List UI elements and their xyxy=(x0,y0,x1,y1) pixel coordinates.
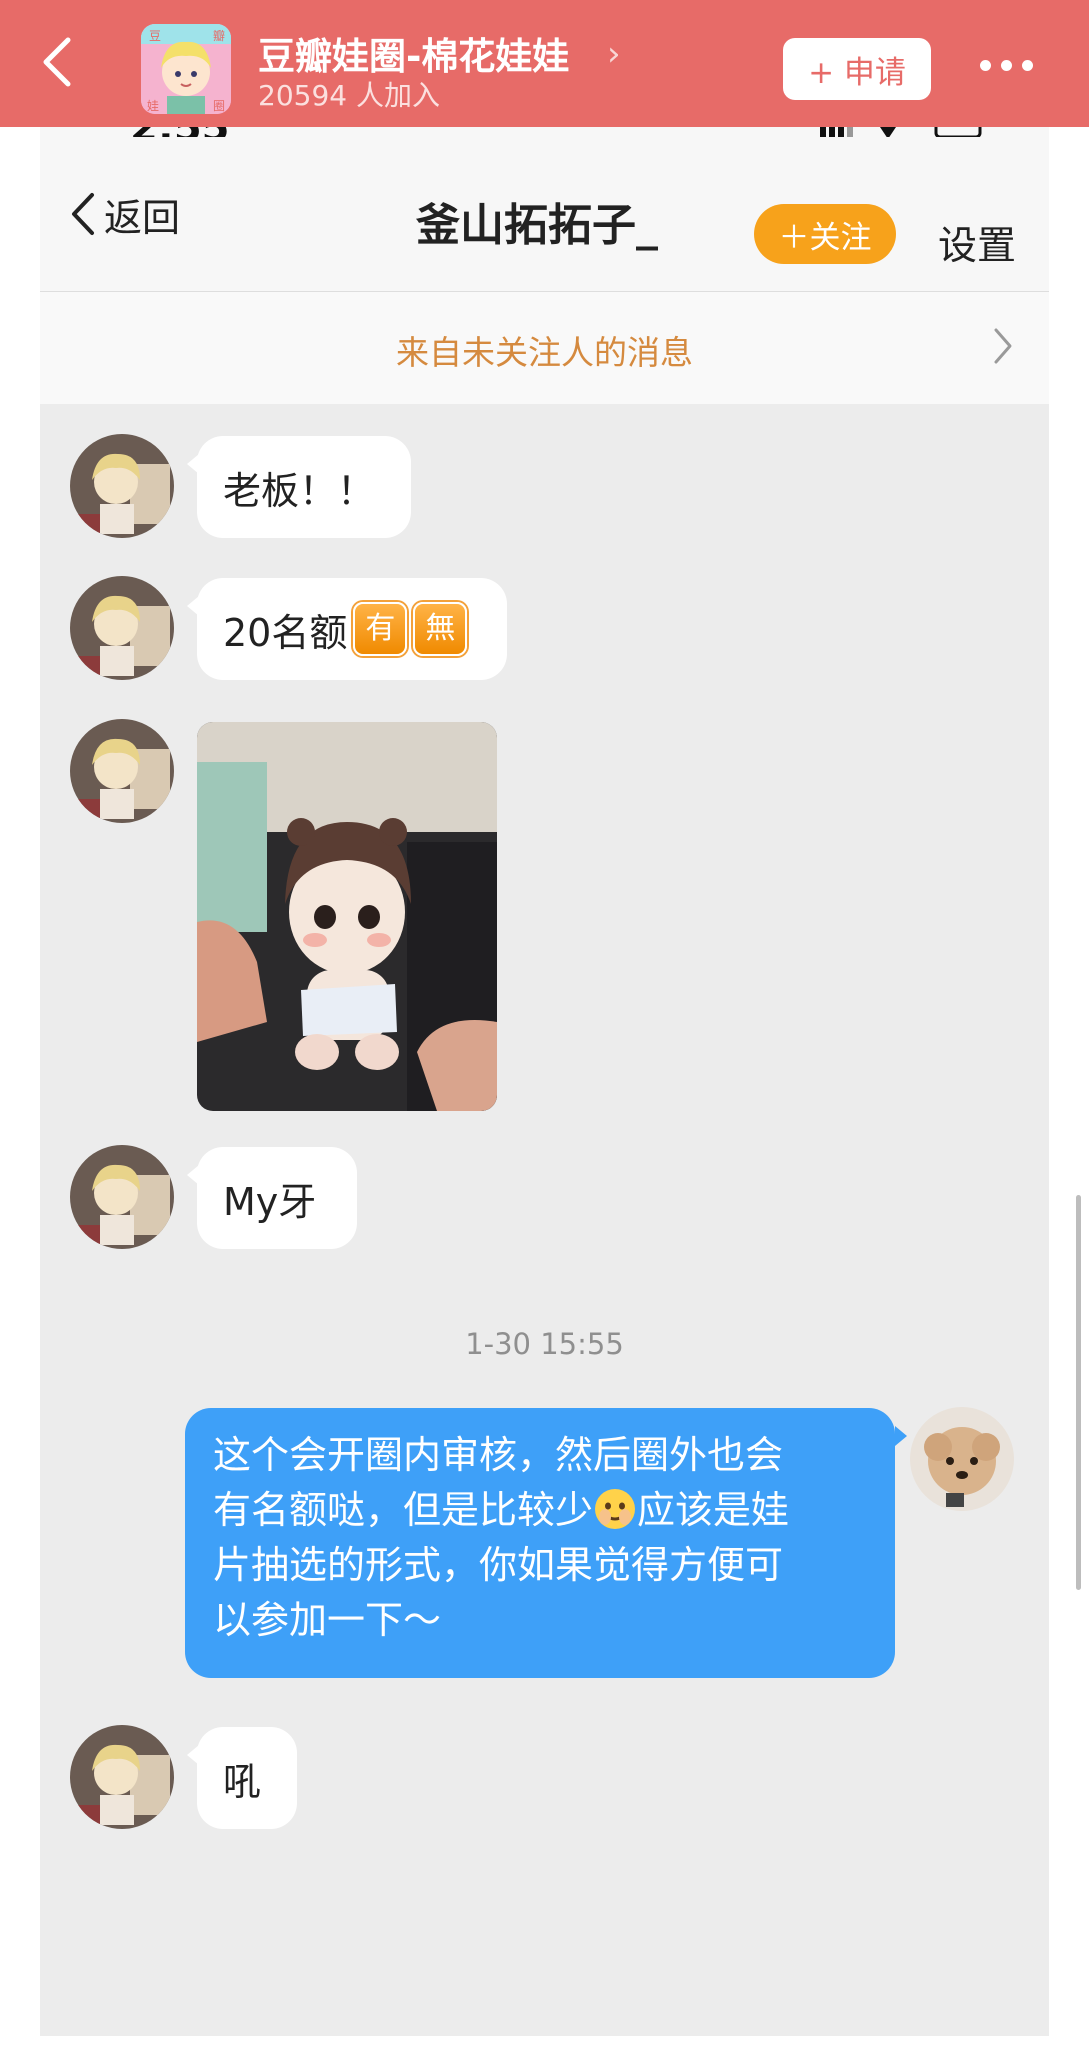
contact-avatar-image xyxy=(70,1145,174,1249)
more-dots-icon[interactable] xyxy=(980,55,1040,75)
message-bubble[interactable]: My牙 xyxy=(187,1147,357,1249)
follow-button[interactable]: ＋关注 xyxy=(754,204,896,264)
chevron-right-icon xyxy=(994,328,1012,364)
message-line: 以参加一下～ xyxy=(213,1598,442,1642)
back-button[interactable] xyxy=(30,30,90,94)
chevron-right-icon[interactable]: › xyxy=(607,34,621,74)
contact-avatar[interactable] xyxy=(70,434,174,538)
contact-avatar[interactable] xyxy=(70,1725,174,1829)
message-text: 20名额 xyxy=(223,610,348,655)
svg-text:豆: 豆 xyxy=(149,29,161,43)
sweat-smile-emoji-icon xyxy=(595,1489,636,1529)
embedded-chat-screenshot: 2:55 返回 釜山拓拓子_ ＋关注 设置 来自未关注人的消息 xyxy=(40,127,1049,2042)
contact-avatar[interactable] xyxy=(70,1145,174,1249)
message-text: 吼 xyxy=(223,1759,262,1804)
contact-avatar[interactable] xyxy=(70,576,174,680)
right-margin xyxy=(1049,127,1089,2048)
svg-text:圈: 圈 xyxy=(213,99,225,113)
group-top-bar: 豆 瓣 娃 圈 豆瓣娃圈-棉花娃娃 › 20594 人加入 + 申请 xyxy=(0,0,1089,127)
contact-avatar-image xyxy=(70,719,174,823)
message-text: 老板！！ xyxy=(223,468,376,513)
chat-header: 返回 釜山拓拓子_ ＋关注 设置 xyxy=(40,137,1049,292)
group-title[interactable]: 豆瓣娃圈-棉花娃娃 xyxy=(258,26,569,80)
chat-back-button[interactable]: 返回 xyxy=(66,189,181,240)
apply-button[interactable]: + 申请 xyxy=(783,38,931,100)
emoji-badge-wu: 無 xyxy=(413,602,468,656)
group-avatar-image: 豆 瓣 娃 圈 xyxy=(141,24,231,114)
contact-avatar-image xyxy=(70,434,174,538)
svg-text:娃: 娃 xyxy=(147,99,159,113)
message-timestamp: 1-30 15:55 xyxy=(465,1327,624,1361)
message-line-2: 有名额哒，但是比较少 应该是娃 xyxy=(213,1488,790,1532)
bottom-edge xyxy=(0,2036,1089,2048)
scrollbar[interactable] xyxy=(1076,1195,1081,1590)
message-line: 这个会开圈内审核，然后圈外也会 xyxy=(213,1433,784,1477)
poodle-avatar-image xyxy=(910,1407,1014,1511)
contact-avatar-image xyxy=(70,576,174,680)
outgoing-message-bubble[interactable]: 这个会开圈内审核，然后圈外也会 有名额哒，但是比较少 应该是娃 片抽选的形式，你如… xyxy=(185,1408,907,1678)
svg-text:瓣: 瓣 xyxy=(213,29,225,43)
message-bubble[interactable]: 吼 xyxy=(187,1727,297,1829)
group-avatar[interactable]: 豆 瓣 娃 圈 xyxy=(141,24,231,114)
message-bubble[interactable]: 老板！！ xyxy=(187,436,411,538)
left-margin xyxy=(0,127,40,2048)
chevron-left-icon xyxy=(43,37,71,87)
emoji-badge-you: 有 xyxy=(353,602,408,656)
contact-avatar[interactable] xyxy=(70,719,174,823)
message-bubble[interactable]: 20名额 有 無 xyxy=(187,578,507,680)
my-avatar[interactable] xyxy=(910,1407,1014,1511)
chevron-left-icon xyxy=(72,193,94,235)
notice-text: 来自未关注人的消息 xyxy=(396,333,693,372)
doll-photo xyxy=(197,722,497,1111)
stranger-message-notice[interactable]: 来自未关注人的消息 xyxy=(40,292,1049,404)
message-line: 片抽选的形式，你如果觉得方便可 xyxy=(213,1543,784,1587)
doll-photo-message[interactable] xyxy=(197,722,497,1111)
contact-avatar-image xyxy=(70,1725,174,1829)
chat-back-label: 返回 xyxy=(104,195,181,240)
member-count: 20594 人加入 xyxy=(258,79,440,112)
status-bar: 2:55 xyxy=(40,127,1049,151)
chat-contact-name: 釜山拓拓子_ xyxy=(416,200,658,251)
settings-button[interactable]: 设置 xyxy=(938,215,1016,271)
message-text: My牙 xyxy=(223,1179,317,1224)
